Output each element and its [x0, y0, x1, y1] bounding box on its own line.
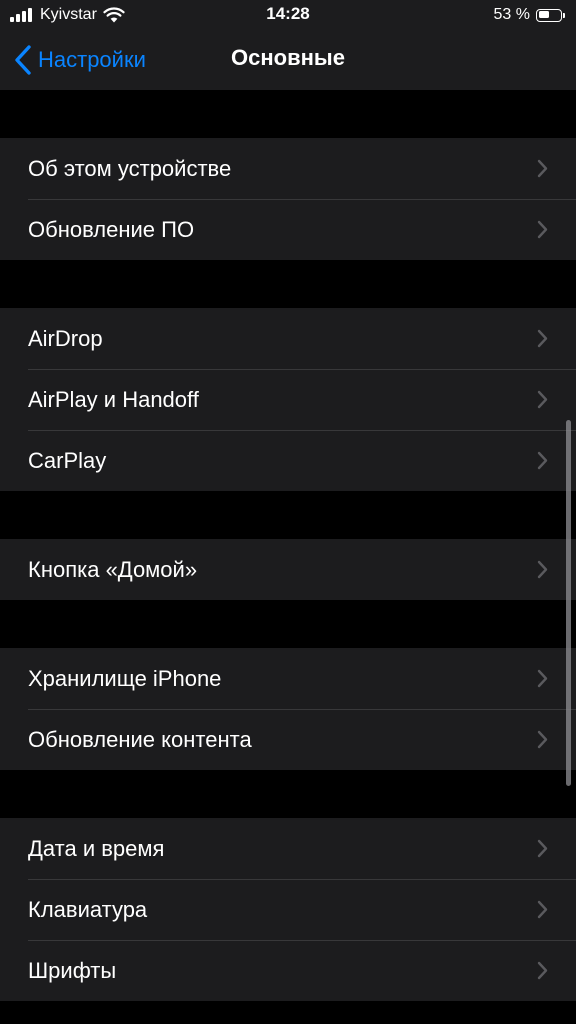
row-software-update[interactable]: Обновление ПО [0, 199, 576, 260]
chevron-right-icon [537, 961, 548, 980]
chevron-right-icon [537, 220, 548, 239]
page-title: Основные [231, 45, 345, 70]
row-airplay-handoff[interactable]: AirPlay и Handoff [0, 369, 576, 430]
battery-level-fill [538, 11, 550, 18]
group-spacer [0, 260, 576, 308]
chevron-right-icon [537, 390, 548, 409]
row-iphone-storage[interactable]: Хранилище iPhone [0, 648, 576, 709]
group-spacer [0, 770, 576, 818]
group-spacer [0, 491, 576, 539]
navigation-bar: Настройки Основные [0, 30, 576, 90]
row-airdrop[interactable]: AirDrop [0, 308, 576, 369]
chevron-right-icon [537, 669, 548, 688]
row-label: AirPlay и Handoff [28, 386, 199, 412]
row-label: CarPlay [28, 447, 107, 473]
scroll-indicator[interactable] [566, 420, 571, 786]
settings-group-device: Об этом устройстве Обновление ПО [0, 138, 576, 260]
group-spacer [0, 90, 576, 138]
row-label: AirDrop [28, 325, 103, 351]
row-label: Хранилище iPhone [28, 665, 222, 691]
top-bar: Kyivstar 14:28 53 % Настройки Основные [0, 0, 576, 90]
row-background-refresh[interactable]: Обновление контента [0, 709, 576, 770]
row-home-button[interactable]: Кнопка «Домой» [0, 539, 576, 600]
chevron-right-icon [537, 900, 548, 919]
battery-icon [536, 8, 565, 22]
row-about-device[interactable]: Об этом устройстве [0, 138, 576, 199]
settings-group-connectivity: AirDrop AirPlay и Handoff CarPlay [0, 308, 576, 491]
settings-list[interactable]: Об этом устройстве Обновление ПО AirDrop… [0, 90, 576, 1024]
row-label: Об этом устройстве [28, 155, 232, 181]
row-carplay[interactable]: CarPlay [0, 430, 576, 491]
row-label: Дата и время [28, 835, 165, 861]
status-time: 14:28 [266, 4, 310, 23]
group-spacer [0, 600, 576, 648]
battery-percentage: 53 % [493, 6, 530, 23]
row-keyboard[interactable]: Клавиатура [0, 879, 576, 940]
chevron-right-icon [537, 730, 548, 749]
chevron-right-icon [537, 839, 548, 858]
row-fonts[interactable]: Шрифты [0, 940, 576, 1001]
chevron-right-icon [537, 159, 548, 178]
status-right: 53 % [493, 5, 565, 25]
settings-group-home-button: Кнопка «Домой» [0, 539, 576, 600]
row-label: Клавиатура [28, 896, 148, 922]
chevron-right-icon [537, 329, 548, 348]
settings-group-regional: Дата и время Клавиатура Шрифты [0, 818, 576, 1001]
chevron-right-icon [537, 560, 548, 579]
row-label: Обновление ПО [28, 216, 195, 242]
status-bar: Kyivstar 14:28 53 % [0, 0, 576, 30]
row-label: Шрифты [28, 957, 117, 983]
row-label: Обновление контента [28, 726, 252, 752]
settings-group-storage: Хранилище iPhone Обновление контента [0, 648, 576, 770]
row-label: Кнопка «Домой» [28, 556, 198, 582]
row-date-time[interactable]: Дата и время [0, 818, 576, 879]
chevron-right-icon [537, 451, 548, 470]
